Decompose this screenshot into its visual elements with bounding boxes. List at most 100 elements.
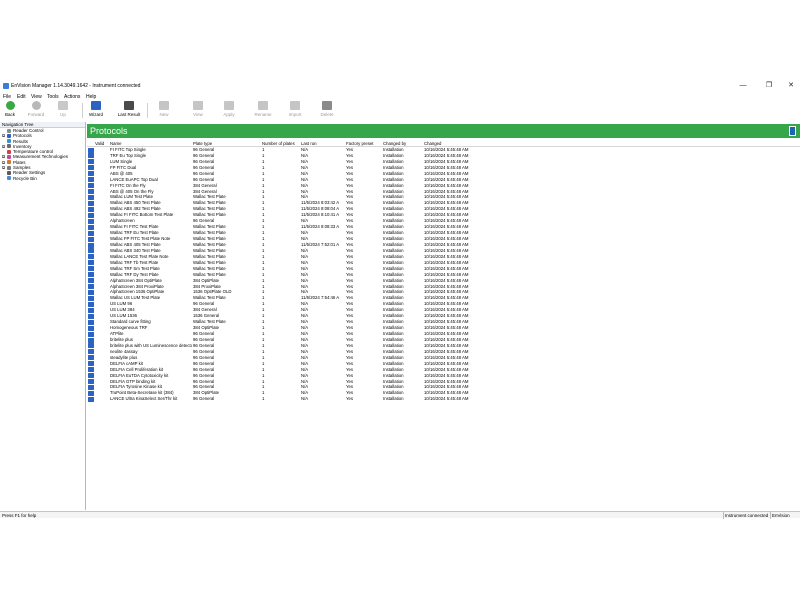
protocol-icon <box>88 189 94 195</box>
forward-arrow-icon <box>31 101 41 110</box>
protocol-book-icon <box>789 126 796 136</box>
navigation-tree: Navigation Tree Reader Control + Protocols… <box>0 122 86 510</box>
last-result-label: Last Result <box>117 112 141 117</box>
up-folder-icon <box>58 101 68 110</box>
back-button[interactable]: Back <box>2 101 18 120</box>
protocol-icon <box>88 212 94 218</box>
page-title: Protocols <box>90 126 128 136</box>
status-instrument: EnVision <box>770 512 790 519</box>
protocol-icon <box>88 349 94 355</box>
minimize-button[interactable]: — <box>736 81 750 91</box>
last-result-button[interactable]: Last Result <box>115 101 143 120</box>
protocol-icon <box>88 242 94 248</box>
protocol-icon <box>88 230 94 236</box>
protocol-icon <box>88 165 94 171</box>
nav-item-recycle-bin[interactable]: Recycle Bin <box>0 176 85 181</box>
protocol-icon <box>88 307 94 313</box>
protocol-icon <box>88 236 94 242</box>
window-title: EnVision Manager 1.14.3049.1642 - Instru… <box>11 83 141 89</box>
samples-icon <box>7 165 11 170</box>
import-icon <box>290 101 300 110</box>
wizard-button[interactable]: Wizard <box>87 101 105 120</box>
new-button[interactable]: New <box>156 101 172 120</box>
status-connection: Instrument connected <box>723 512 769 519</box>
app-window: EnVision Manager 1.14.3049.1642 - Instru… <box>0 78 800 519</box>
reader-control-icon <box>7 128 11 133</box>
expand-toggle-icon[interactable]: + <box>2 160 5 164</box>
import-button[interactable]: Import <box>286 101 304 120</box>
wizard-label: Wizard <box>88 112 103 117</box>
protocol-icon <box>88 254 94 260</box>
protocol-icon <box>88 379 94 385</box>
apply-label: Apply <box>223 112 235 117</box>
status-bar: Press F1 for help Instrument connected E… <box>0 511 800 519</box>
back-label: Back <box>4 112 15 117</box>
wizard-icon <box>91 101 101 110</box>
protocol-icon <box>88 183 94 189</box>
expand-toggle-icon[interactable]: + <box>2 144 5 148</box>
new-label: New <box>159 112 169 117</box>
protocol-icon <box>88 278 94 284</box>
last-result-icon <box>124 101 134 110</box>
delete-label: Delete <box>320 112 334 117</box>
apply-button[interactable]: Apply <box>221 101 237 120</box>
protocol-icon <box>88 206 94 212</box>
protocol-icon <box>88 177 94 183</box>
toolbar-separator <box>147 103 148 118</box>
toolbar-separator <box>82 103 83 118</box>
protocol-icon <box>88 248 94 254</box>
cell-changed-by: Installation <box>383 396 404 402</box>
protocol-icon <box>88 331 94 337</box>
protocol-icon <box>88 313 94 319</box>
status-help-text: Press F1 for help <box>2 513 37 518</box>
rename-icon <box>258 101 268 110</box>
delete-button[interactable]: Delete <box>318 101 336 120</box>
protocol-icon <box>88 367 94 373</box>
grid-rows: FI FITC Top Single 96 General 1 N/A Yes Insta… <box>87 147 800 402</box>
restore-button[interactable]: ❐ <box>762 81 776 91</box>
expand-toggle-icon[interactable]: + <box>2 155 5 159</box>
expand-toggle-icon[interactable]: + <box>2 134 5 138</box>
view-button[interactable]: View <box>190 101 206 120</box>
protocol-icon <box>88 200 94 206</box>
protocol-icon <box>88 218 94 224</box>
cell-last-run: N/A <box>301 396 309 402</box>
protocol-icon <box>88 373 94 379</box>
expand-toggle-icon[interactable]: + <box>2 166 5 170</box>
cell-number-of-plates: 1 <box>262 396 265 402</box>
protocol-icon <box>88 385 94 391</box>
cell-plate-type: 96 General <box>193 396 215 402</box>
table-row[interactable]: LANCE Ultra KinaSelect Ser/Thr kit 96 Gen… <box>87 396 800 402</box>
forward-label: Forward <box>27 112 45 117</box>
recycle-bin-icon <box>7 176 11 181</box>
protocol-icon <box>88 224 94 230</box>
app-icon <box>3 83 9 89</box>
protocol-icon <box>88 319 94 325</box>
up-button[interactable]: Up <box>56 101 70 120</box>
cell-changed: 10/16/2024 5:45:48 AM <box>424 396 469 402</box>
temperature-icon <box>7 149 11 154</box>
protocol-icon <box>88 272 94 278</box>
protocol-icon <box>88 396 94 402</box>
protocol-icon <box>88 266 94 272</box>
forward-button[interactable]: Forward <box>26 101 46 120</box>
protocol-icon <box>88 147 94 153</box>
protocol-icon <box>88 159 94 165</box>
reader-settings-icon <box>7 170 11 175</box>
protocol-icon <box>88 260 94 266</box>
close-button[interactable]: ✕ <box>784 81 798 91</box>
protocols-banner: Protocols <box>87 124 800 138</box>
rename-button[interactable]: Rename <box>252 101 274 120</box>
cell-factory-preset: Yes <box>346 396 354 402</box>
apply-icon <box>224 101 234 110</box>
protocols-icon <box>7 133 11 138</box>
cell-name: LANCE Ultra KinaSelect Ser/Thr kit <box>110 396 178 402</box>
title-bar: EnVision Manager 1.14.3049.1642 - Instru… <box>0 78 800 93</box>
nav-item-label: Recycle Bin <box>13 175 37 181</box>
back-arrow-icon <box>5 101 15 110</box>
delete-x-icon <box>322 101 332 110</box>
view-label: View <box>193 112 203 117</box>
protocol-icon <box>88 153 94 159</box>
navigation-tree-items: Reader Control + Protocols Results + Inventor… <box>0 128 85 181</box>
protocol-icon <box>88 325 94 331</box>
